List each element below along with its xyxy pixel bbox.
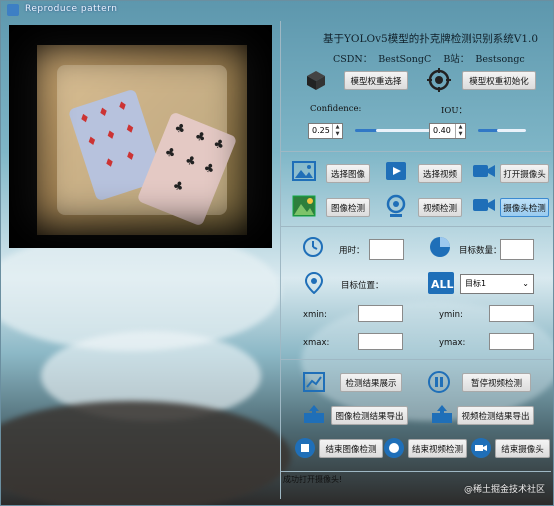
- divider: [280, 21, 281, 499]
- target-icon: [427, 68, 451, 92]
- status-bar-text: 成功打开摄像头!: [283, 475, 343, 484]
- end-video-detect-button[interactable]: 结束视频检测: [408, 439, 467, 458]
- clock-icon: [302, 236, 324, 258]
- ymax-field: [489, 333, 534, 350]
- export-video-results-button[interactable]: 视频检测结果导出: [457, 406, 534, 425]
- svg-text:ALL: ALL: [431, 278, 454, 291]
- divider: [281, 151, 551, 152]
- spin-arrows-icon[interactable]: ▲ ▼: [332, 124, 342, 138]
- xmax-field: [358, 333, 403, 350]
- export-icon: [303, 404, 325, 424]
- landscape-icon: [292, 195, 316, 217]
- ymin-field: [489, 305, 534, 322]
- pause-video-button[interactable]: 暂停视频检测: [462, 373, 531, 392]
- window-title: Reproduce pattern: [25, 4, 118, 14]
- xmin-field: [358, 305, 403, 322]
- xmin-label: xmin:: [303, 310, 327, 320]
- all-targets-icon: ALL: [428, 272, 454, 294]
- ymax-label: ymax:: [439, 338, 466, 348]
- select-weights-button[interactable]: 模型权重选择: [344, 71, 408, 90]
- export-image-results-button[interactable]: 图像检测结果导出: [331, 406, 408, 425]
- divider: [281, 471, 551, 472]
- export-icon: [431, 404, 453, 424]
- confidence-slider[interactable]: [355, 129, 439, 132]
- app-icon: [7, 4, 19, 16]
- divider: [281, 359, 551, 360]
- confidence-spinbox[interactable]: 0.25 ▲ ▼: [308, 123, 343, 139]
- stop-circle-icon: [383, 437, 405, 459]
- line-chart-icon: [303, 372, 325, 392]
- open-camera-button[interactable]: 打开摄像头: [500, 164, 549, 183]
- end-image-detect-button[interactable]: 结束图像检测: [319, 439, 383, 458]
- stop-circle-icon: [294, 437, 316, 459]
- webcam-icon: [385, 194, 407, 218]
- background-rocks: [1, 401, 291, 505]
- iou-slider[interactable]: [478, 129, 526, 132]
- cube-icon: [305, 69, 327, 91]
- iou-value: 0.40: [433, 126, 451, 135]
- pause-icon: [428, 371, 450, 393]
- camera-icon: [472, 161, 496, 181]
- iou-label: IOU：: [441, 106, 467, 116]
- camera-detect-button[interactable]: 摄像头检测: [500, 198, 549, 217]
- position-label: 目标位置：: [341, 281, 384, 291]
- divider: [281, 226, 551, 227]
- image-detect-button[interactable]: 图像检测: [326, 198, 370, 217]
- count-label: 目标数量：: [459, 246, 502, 256]
- select-image-button[interactable]: 选择图像: [326, 164, 370, 183]
- video-icon: [385, 161, 407, 181]
- iou-spinbox[interactable]: 0.40 ▲ ▼: [429, 123, 466, 139]
- target-select[interactable]: 目标1 ⌄: [460, 274, 534, 294]
- ymin-label: ymin:: [439, 310, 463, 320]
- video-display: ♦ ♦ ♦ ♦ ♦ ♦ ♦ ♦ ♣ ♣ ♣ ♣ ♣ ♣ ♣: [9, 25, 272, 248]
- author-info: CSDN： BestSongC B站： Bestsongc: [333, 54, 525, 65]
- watermark: @稀土掘金技术社区: [463, 485, 545, 495]
- time-field: [369, 239, 404, 260]
- image-icon: [292, 161, 316, 181]
- chevron-down-icon[interactable]: ⌄: [522, 275, 529, 293]
- xmax-label: xmax:: [303, 338, 330, 348]
- target-select-value: 目标1: [465, 279, 487, 288]
- app-window: Reproduce pattern ♦ ♦ ♦ ♦ ♦ ♦ ♦ ♦ ♣ ♣ ♣ …: [0, 0, 554, 506]
- confidence-label: Confidence:: [310, 104, 362, 114]
- select-video-button[interactable]: 选择视频: [418, 164, 462, 183]
- count-field: [500, 239, 534, 260]
- app-title: 基于YOLOv5模型的扑克牌检测识别系统V1.0: [323, 33, 539, 45]
- end-camera-button[interactable]: 结束摄像头: [495, 439, 550, 458]
- confidence-value: 0.25: [312, 126, 330, 135]
- video-detect-button[interactable]: 视频检测: [418, 198, 462, 217]
- location-pin-icon: [305, 272, 323, 294]
- pie-chart-icon: [429, 236, 451, 258]
- stop-camera-icon: [470, 437, 492, 459]
- spin-arrows-icon[interactable]: ▲ ▼: [455, 124, 465, 138]
- show-results-button[interactable]: 检测结果展示: [340, 373, 402, 392]
- time-label: 用时：: [339, 246, 365, 256]
- init-weights-button[interactable]: 模型权重初始化: [462, 71, 536, 90]
- title-bar: Reproduce pattern: [1, 1, 553, 19]
- camera-icon: [472, 195, 496, 215]
